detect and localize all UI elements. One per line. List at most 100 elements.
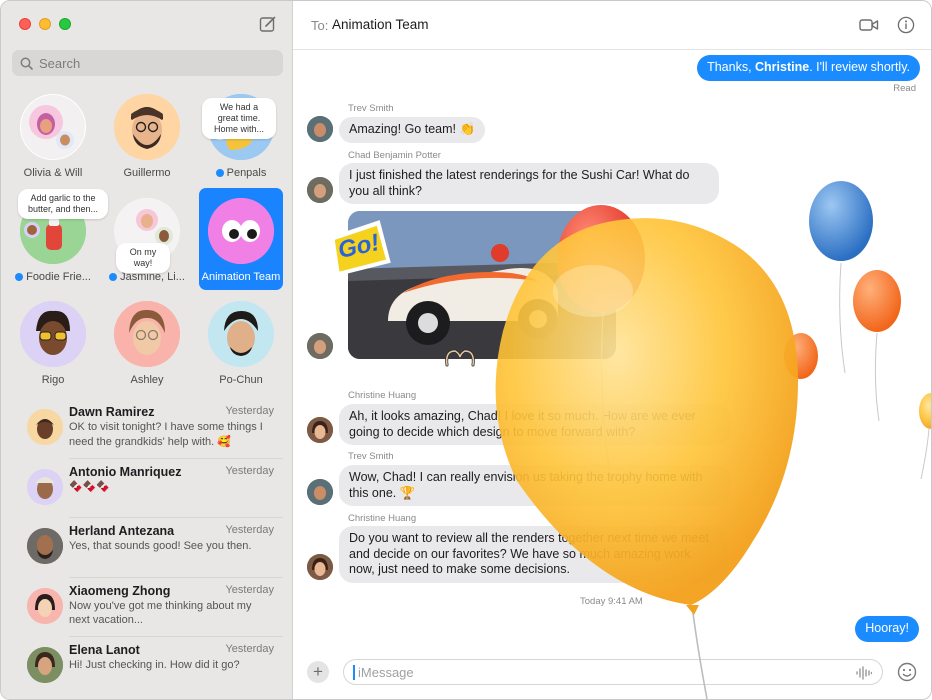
avatar bbox=[20, 301, 86, 367]
conversation-row[interactable]: Antonio Manriquez Yesterday 🍫🍫🍫 bbox=[1, 459, 293, 518]
avatar bbox=[307, 333, 333, 359]
eyes-avatar-icon bbox=[208, 198, 274, 264]
avatar bbox=[307, 479, 333, 505]
incoming-message[interactable]: Wow, Chad! I can really envision us taki… bbox=[339, 465, 731, 506]
message-text: . I'll review shortly. bbox=[809, 60, 910, 74]
pinned-name: Guillermo bbox=[123, 167, 171, 179]
pinned-penpals[interactable]: We had a great time. Home with... Penpal… bbox=[196, 94, 286, 179]
avatar bbox=[208, 198, 274, 264]
unread-dot bbox=[15, 273, 24, 281]
pinned-name: Rigo bbox=[41, 374, 65, 386]
sender-name: Chad Benjamin Potter bbox=[348, 150, 441, 161]
conversation-preview: Hi! Just checking in. How did it go? bbox=[69, 659, 240, 671]
compose-icon[interactable] bbox=[259, 15, 277, 33]
to-label: To: bbox=[311, 18, 329, 33]
pinned-name: Foodie Frie... bbox=[26, 271, 91, 283]
conversation-row[interactable]: Dawn Ramirez Yesterday OK to visit tonig… bbox=[1, 399, 293, 459]
heart-hands-icon bbox=[445, 349, 475, 367]
conversation-time: Yesterday bbox=[225, 583, 274, 596]
search-placeholder: Search bbox=[39, 55, 81, 71]
pinned-jasmine-group[interactable]: On my way! Jasmine, Li... bbox=[102, 198, 192, 283]
conversation-list: Dawn Ramirez Yesterday OK to visit tonig… bbox=[1, 399, 293, 697]
conversation-row[interactable]: Herland Antezana Yesterday Yes, that sou… bbox=[1, 518, 293, 578]
close-window-button[interactable] bbox=[19, 18, 31, 30]
avatar bbox=[208, 301, 274, 367]
avatar: We had a great time. Home with... bbox=[202, 94, 276, 160]
conversation-time: Yesterday bbox=[225, 464, 274, 477]
conversation-row[interactable]: Xiaomeng Zhong Yesterday Now you've got … bbox=[1, 578, 293, 637]
pinned-guillermo[interactable]: Guillermo bbox=[102, 94, 192, 179]
conversation-preview: OK to visit tonight? I have some things … bbox=[69, 421, 263, 448]
emoji-icon[interactable] bbox=[897, 662, 917, 682]
pinned-name: Ashley bbox=[130, 374, 164, 386]
minimize-window-button[interactable] bbox=[39, 18, 51, 30]
memoji-avatar-icon bbox=[114, 301, 180, 367]
memoji-avatar-icon bbox=[208, 301, 274, 367]
outgoing-message[interactable]: Thanks, Christine. I'll review shortly. bbox=[697, 55, 920, 81]
pinned-conversations: Olivia & Will Guillermo We had a great t… bbox=[1, 91, 293, 391]
pinned-ashley[interactable]: Ashley bbox=[102, 301, 192, 386]
pinned-typing-preview: We had a great time. Home with... bbox=[202, 98, 276, 139]
avatar bbox=[114, 301, 180, 367]
message-placeholder: iMessage bbox=[358, 665, 414, 680]
unread-dot bbox=[215, 169, 224, 177]
incoming-message[interactable]: Ah, it looks amazing, Chad! I love it so… bbox=[339, 404, 731, 445]
sender-name: Christine Huang bbox=[348, 513, 417, 524]
avatar bbox=[20, 94, 86, 160]
incoming-message[interactable]: Amazing! Go team! 👏 bbox=[339, 117, 486, 143]
incoming-message[interactable]: I just finished the latest renderings fo… bbox=[339, 163, 719, 204]
conversation-header: To: Animation Team bbox=[293, 1, 931, 50]
outgoing-message[interactable]: Hooray! bbox=[855, 616, 919, 642]
conversation-preview: 🍫🍫🍫 bbox=[69, 480, 111, 493]
avatar bbox=[114, 94, 180, 160]
search-field[interactable]: Search bbox=[12, 50, 283, 76]
sender-name: Trev Smith bbox=[348, 103, 394, 114]
read-receipt: Read bbox=[893, 83, 916, 94]
avatar: On my way! bbox=[114, 198, 180, 273]
conversation-row[interactable]: Elena Lanot Yesterday Hi! Just checking … bbox=[1, 637, 293, 697]
pinned-name: Penpals bbox=[226, 167, 267, 179]
text-caret bbox=[353, 665, 355, 680]
window-controls bbox=[19, 18, 71, 30]
avatar bbox=[27, 468, 63, 505]
audio-waveform-icon[interactable] bbox=[856, 666, 872, 680]
sender-name: Trev Smith bbox=[348, 451, 394, 462]
video-call-icon[interactable] bbox=[859, 16, 879, 34]
avatar: Add garlic to the butter, and then... bbox=[18, 189, 108, 264]
conversation-time: Yesterday bbox=[225, 643, 274, 655]
pinned-typing-preview: On my way! bbox=[116, 243, 170, 273]
avatar bbox=[307, 177, 333, 203]
pinned-olivia-will[interactable]: Olivia & Will bbox=[8, 94, 98, 179]
pinned-name: Animation Team bbox=[201, 271, 281, 283]
memoji-avatar-icon bbox=[114, 94, 180, 160]
avatar bbox=[27, 647, 63, 683]
info-icon[interactable] bbox=[897, 16, 915, 34]
plus-icon[interactable]: + bbox=[307, 661, 329, 683]
message-input[interactable]: iMessage bbox=[343, 659, 883, 685]
avatar bbox=[27, 587, 63, 624]
avatar bbox=[307, 417, 333, 443]
conversation-pane: To: Animation Team Thanks, Christine. I'… bbox=[293, 1, 931, 699]
search-icon bbox=[20, 57, 33, 70]
conversation-preview: Now you've got me thinking about my next… bbox=[69, 599, 252, 627]
pinned-animation-team[interactable]: Animation Team bbox=[199, 188, 283, 290]
messages-window: Search Olivia & Will Guillermo We had a … bbox=[0, 0, 932, 700]
zoom-window-button[interactable] bbox=[59, 18, 71, 30]
sidebar: Search Olivia & Will Guillermo We had a … bbox=[1, 1, 293, 699]
mention: Christine bbox=[755, 60, 810, 74]
unread-dot bbox=[109, 273, 118, 281]
pinned-rigo[interactable]: Rigo bbox=[8, 301, 98, 386]
pinned-po-chun[interactable]: Po-Chun bbox=[196, 301, 286, 386]
message-text: Thanks, bbox=[707, 60, 756, 74]
avatar bbox=[27, 528, 63, 564]
group-avatar-icon bbox=[21, 95, 85, 159]
timestamp: Today 9:41 AM bbox=[580, 596, 643, 607]
conversation-preview: Yes, that sounds good! See you then. bbox=[69, 540, 252, 552]
conversation-time: Yesterday bbox=[225, 524, 274, 536]
recipient-name[interactable]: Animation Team bbox=[332, 17, 429, 32]
incoming-message[interactable]: Do you want to review all the renders to… bbox=[339, 526, 727, 583]
pinned-name: Po-Chun bbox=[219, 374, 263, 386]
pinned-foodie-friends[interactable]: Add garlic to the butter, and then... Fo… bbox=[8, 189, 108, 283]
avatar bbox=[307, 116, 333, 142]
pinned-typing-preview: Add garlic to the butter, and then... bbox=[18, 189, 108, 219]
